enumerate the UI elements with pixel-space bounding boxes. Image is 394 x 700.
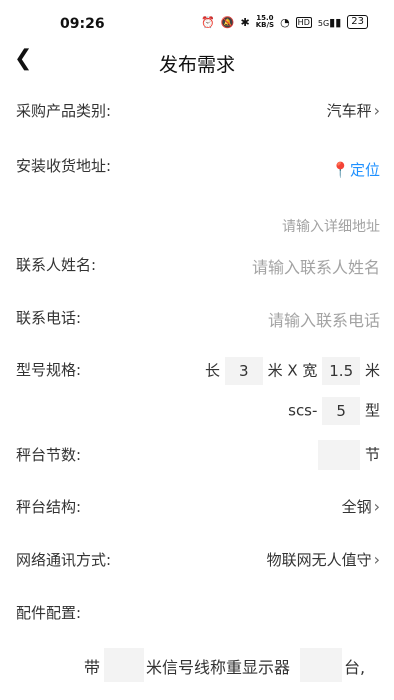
length-input[interactable]: 3 bbox=[224, 357, 263, 385]
chevron-right-icon: › bbox=[373, 550, 380, 569]
sections-row: 秤台节数: 节 bbox=[0, 440, 394, 470]
address-label: 安装收货地址: bbox=[16, 157, 112, 175]
category-row[interactable]: 采购产品类别: 汽车秤 › bbox=[0, 100, 394, 124]
accessories-label: 配件配置: bbox=[16, 604, 82, 622]
bluetooth-icon: ✱ bbox=[240, 15, 250, 29]
hd-icon: HD bbox=[295, 16, 312, 28]
phone-label: 联系电话: bbox=[16, 309, 82, 327]
alarm-icon: ⏰ bbox=[201, 15, 215, 29]
width-unit: 米 bbox=[364, 361, 380, 380]
model-code: scs- 5 型 bbox=[288, 397, 380, 425]
network-value-text: 物联网无人值守 bbox=[266, 551, 372, 569]
width-prefix: 米 X 宽 bbox=[267, 361, 318, 380]
accessories-middle: 米信号线称重显示器 bbox=[146, 658, 291, 677]
chevron-right-icon: › bbox=[373, 101, 380, 120]
status-icons: ⏰ 🔕 ✱ 15.0 KB/S ◔ HD 5G▮▮ 23 bbox=[201, 15, 368, 29]
wifi-icon: ◔ bbox=[280, 15, 290, 29]
model-label: 型号规格: bbox=[16, 361, 82, 379]
cable-length-input[interactable] bbox=[104, 648, 144, 682]
location-pin-icon: 📍 bbox=[331, 161, 350, 179]
structure-label: 秤台结构: bbox=[16, 498, 82, 516]
network-label: 网络通讯方式: bbox=[16, 551, 112, 569]
structure-value-text: 全钢 bbox=[341, 498, 372, 516]
structure-value[interactable]: 全钢 › bbox=[342, 496, 380, 517]
net-speed: 15.0 KB/S bbox=[255, 14, 275, 29]
contact-input[interactable]: 请输入联系人姓名 bbox=[252, 254, 380, 278]
status-time: 09:26 bbox=[60, 16, 105, 32]
code-input[interactable]: 5 bbox=[322, 397, 361, 425]
network-row[interactable]: 网络通讯方式: 物联网无人值守 › bbox=[0, 549, 394, 573]
model-row: 型号规格: 长 3 米 X 宽 1.5 米 bbox=[0, 357, 394, 385]
code-prefix: scs- bbox=[288, 401, 318, 420]
contact-row: 联系人姓名: 请输入联系人姓名 bbox=[0, 254, 394, 278]
phone-row: 联系电话: 请输入联系电话 bbox=[0, 307, 394, 331]
accessories-row: 配件配置: bbox=[0, 602, 394, 626]
model-code-row: scs- 5 型 bbox=[0, 397, 394, 425]
locate-label: 定位 bbox=[349, 161, 380, 179]
address-detail-input[interactable]: 请输入详细地址 bbox=[282, 216, 380, 236]
code-suffix: 型 bbox=[364, 401, 380, 420]
contact-label: 联系人姓名: bbox=[16, 256, 97, 274]
address-detail-row[interactable]: 请输入详细地址 bbox=[0, 216, 394, 240]
width-input[interactable]: 1.5 bbox=[322, 357, 361, 385]
mute-icon: 🔕 bbox=[220, 15, 235, 29]
sections-input[interactable] bbox=[318, 440, 361, 470]
accessories-prefix: 带 bbox=[84, 658, 101, 677]
model-dimensions: 长 3 米 X 宽 1.5 米 bbox=[205, 357, 380, 385]
sections-label: 秤台节数: bbox=[16, 446, 82, 464]
sections-unit: 节 bbox=[364, 445, 380, 464]
accessories-suffix: 台, bbox=[344, 658, 366, 677]
structure-row[interactable]: 秤台结构: 全钢 › bbox=[0, 496, 394, 520]
chevron-right-icon: › bbox=[373, 497, 380, 516]
header: ❮ 发布需求 bbox=[0, 46, 394, 78]
page-title: 发布需求 bbox=[158, 54, 235, 76]
category-value[interactable]: 汽车秤 › bbox=[327, 100, 380, 121]
sections-field: 节 bbox=[318, 440, 380, 470]
signal-icon: 5G▮▮ bbox=[317, 15, 342, 29]
phone-input[interactable]: 请输入联系电话 bbox=[268, 307, 380, 331]
accessories-detail-row: 带 米信号线称重显示器 台, bbox=[0, 648, 394, 682]
battery-icon: 23 bbox=[347, 15, 368, 29]
category-label: 采购产品类别: bbox=[16, 102, 112, 120]
address-row: 安装收货地址: 📍定位 bbox=[0, 155, 394, 179]
status-bar: 09:26 ⏰ 🔕 ✱ 15.0 KB/S ◔ HD 5G▮▮ 23 bbox=[0, 0, 394, 46]
display-count-input[interactable] bbox=[300, 648, 342, 682]
category-value-text: 汽车秤 bbox=[326, 102, 372, 120]
length-prefix: 长 bbox=[205, 361, 221, 380]
locate-button[interactable]: 📍定位 bbox=[331, 159, 380, 180]
network-value[interactable]: 物联网无人值守 › bbox=[267, 549, 380, 570]
